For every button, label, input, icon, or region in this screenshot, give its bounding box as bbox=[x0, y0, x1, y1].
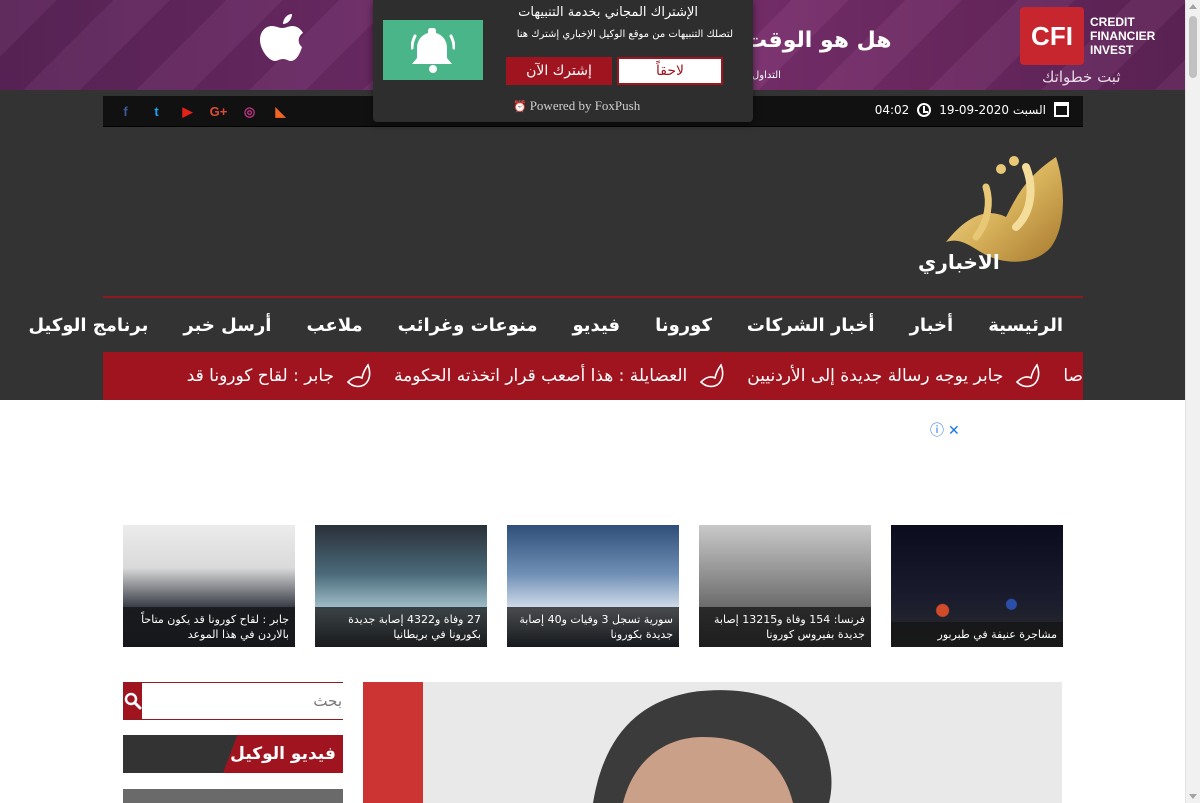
cfi-line: FINANCIER bbox=[1090, 29, 1156, 43]
push-description: لتصلك التنبيهات من موقع الوكيل الإخباري … bbox=[516, 29, 733, 40]
instagram-icon[interactable]: ◎ bbox=[239, 101, 260, 122]
scroll-down-arrow[interactable] bbox=[1189, 794, 1197, 799]
current-date: السبت 2020-09-19 bbox=[939, 102, 1046, 117]
facebook-icon[interactable]: f bbox=[115, 101, 136, 122]
push-bell-box bbox=[383, 20, 483, 80]
date-time: السبت 2020-09-19 04:02 bbox=[875, 102, 1069, 117]
rss-icon[interactable]: ◣ bbox=[270, 101, 291, 122]
scroll-up-arrow[interactable] bbox=[1189, 4, 1197, 9]
ticker-track: صا جابر يوجه رسالة جديدة إلى الأردنيين الع… bbox=[165, 352, 1083, 400]
adchoices-info-icon[interactable]: ⓘ bbox=[930, 423, 944, 439]
ticker-text: جابر : لقاح كورونا قد bbox=[186, 366, 335, 386]
clock-icon bbox=[917, 102, 932, 117]
thumbnail-caption: مشاجرة عنيفة في طبربور bbox=[891, 622, 1063, 647]
vertical-scrollbar[interactable] bbox=[1185, 0, 1200, 803]
cfi-tagline: ثبت خطواتك bbox=[1042, 68, 1121, 86]
nav-item[interactable]: فيديو bbox=[573, 315, 621, 336]
search-input[interactable] bbox=[142, 683, 348, 719]
thumbnail-caption: جابر : لقاح كورونا قد يكون متاحاً بالارد… bbox=[123, 607, 295, 647]
powered-by[interactable]: ⏰ Powered by FoxPush bbox=[513, 98, 640, 114]
logo-subtitle: الاخباري bbox=[918, 250, 1000, 275]
bell-icon bbox=[411, 28, 455, 73]
subscribe-button[interactable]: إشترك الآن bbox=[506, 57, 612, 85]
cfi-line: CREDIT bbox=[1090, 15, 1135, 29]
featured-news-strip: مشاجرة عنيفة في طبربور فرنسا: 154 وفاة و1… bbox=[123, 525, 1063, 647]
cfi-line: INVEST bbox=[1090, 43, 1134, 57]
twitter-icon[interactable]: t bbox=[146, 101, 167, 122]
main-navigation: الرئيسية أخبار أخبار الشركات كورونا فيديو منو… bbox=[28, 296, 1083, 352]
later-button[interactable]: لاحقاً bbox=[617, 57, 723, 85]
main-article-photo bbox=[363, 682, 1062, 803]
news-thumbnail[interactable]: مشاجرة عنيفة في طبربور bbox=[891, 525, 1063, 647]
search-box bbox=[123, 682, 348, 720]
news-ticker: صا جابر يوجه رسالة جديدة إلى الأردنيين الع… bbox=[103, 352, 1083, 400]
ad-close-icon[interactable]: ✕ bbox=[948, 423, 960, 439]
ticker-logo-icon bbox=[700, 363, 724, 388]
scroll-thumb[interactable] bbox=[1189, 16, 1197, 78]
ticker-item[interactable]: جابر يوجه رسالة جديدة إلى الأردنيين bbox=[747, 363, 1041, 389]
nav-item[interactable]: كورونا bbox=[655, 315, 712, 336]
ad-headline: هل هو الوقت bbox=[745, 28, 892, 53]
push-title: الإشتراك المجاني بخدمة التنبيهات bbox=[518, 5, 698, 20]
thumbnail-caption: فرنسا: 154 وفاة و13215 إصابة جديدة بفيرو… bbox=[699, 607, 871, 647]
ticker-item[interactable]: صا bbox=[1063, 366, 1083, 386]
site-header: الاخباري bbox=[103, 127, 1083, 297]
youtube-icon[interactable]: ▶ bbox=[177, 101, 198, 122]
social-links: f t ▶ G+ ◎ ◣ bbox=[115, 101, 291, 122]
ticker-text: العضايلة : هذا أصعب قرار اتخذته الحكومة bbox=[394, 366, 688, 386]
news-thumbnail[interactable]: 27 وفاة و4322 إصابة جديدة بكورونا في بري… bbox=[315, 525, 487, 647]
apple-logo-icon bbox=[260, 14, 303, 61]
ticker-text: صا bbox=[1063, 366, 1083, 386]
ad-subline: التداول bbox=[752, 70, 781, 81]
video-section-title: فيديو الوكيل bbox=[223, 735, 343, 773]
search-button[interactable] bbox=[124, 683, 142, 719]
cfi-badge: CFI bbox=[1020, 7, 1084, 65]
nav-item[interactable]: الرئيسية bbox=[988, 315, 1063, 336]
nav-item[interactable]: أخبار bbox=[910, 315, 954, 336]
news-thumbnail[interactable]: سورية تسجل 3 وفيات و40 إصابة جديدة بكورو… bbox=[507, 525, 679, 647]
ticker-logo-icon bbox=[1016, 363, 1040, 388]
nav-item[interactable]: منوعات وغرائب bbox=[398, 315, 538, 336]
nav-item[interactable]: ملاعب bbox=[306, 315, 362, 336]
ticker-text: جابر يوجه رسالة جديدة إلى الأردنيين bbox=[747, 366, 1004, 386]
news-thumbnail[interactable]: فرنسا: 154 وفاة و13215 إصابة جديدة بفيرو… bbox=[699, 525, 871, 647]
news-thumbnail[interactable]: جابر : لقاح كورونا قد يكون متاحاً بالارد… bbox=[123, 525, 295, 647]
thumbnail-caption: سورية تسجل 3 وفيات و40 إصابة جديدة بكورو… bbox=[507, 607, 679, 647]
ad-choices[interactable]: ⓘ ✕ bbox=[930, 420, 964, 440]
current-time: 04:02 bbox=[874, 102, 910, 117]
nav-item[interactable]: أخبار الشركات bbox=[747, 315, 875, 336]
site-logo[interactable]: الاخباري bbox=[866, 147, 1071, 277]
push-notification-dialog: الإشتراك المجاني بخدمة التنبيهات لتصلك ا… bbox=[373, 0, 753, 122]
ticker-item[interactable]: العضايلة : هذا أصعب قرار اتخذته الحكومة bbox=[394, 363, 725, 389]
ticker-logo-icon bbox=[346, 363, 371, 388]
foxpush-icon: ⏰ bbox=[513, 101, 527, 113]
powered-by-text: Powered by FoxPush bbox=[529, 98, 641, 113]
ticker-item[interactable]: جابر : لقاح كورونا قد bbox=[187, 363, 372, 389]
google-plus-icon[interactable]: G+ bbox=[208, 101, 229, 122]
thumbnail-caption: 27 وفاة و4322 إصابة جديدة بكورونا في بري… bbox=[315, 607, 487, 647]
search-icon bbox=[124, 692, 142, 710]
nav-item[interactable]: برنامج الوكيل bbox=[28, 315, 148, 336]
cfi-text: CREDIT FINANCIER INVEST bbox=[1090, 15, 1155, 57]
nav-item[interactable]: أرسل خبر bbox=[183, 315, 271, 336]
calendar-icon bbox=[1054, 102, 1069, 117]
main-article-image[interactable] bbox=[363, 682, 1062, 803]
video-section-header: فيديو الوكيل bbox=[123, 735, 343, 773]
video-thumbnail[interactable] bbox=[123, 789, 343, 803]
